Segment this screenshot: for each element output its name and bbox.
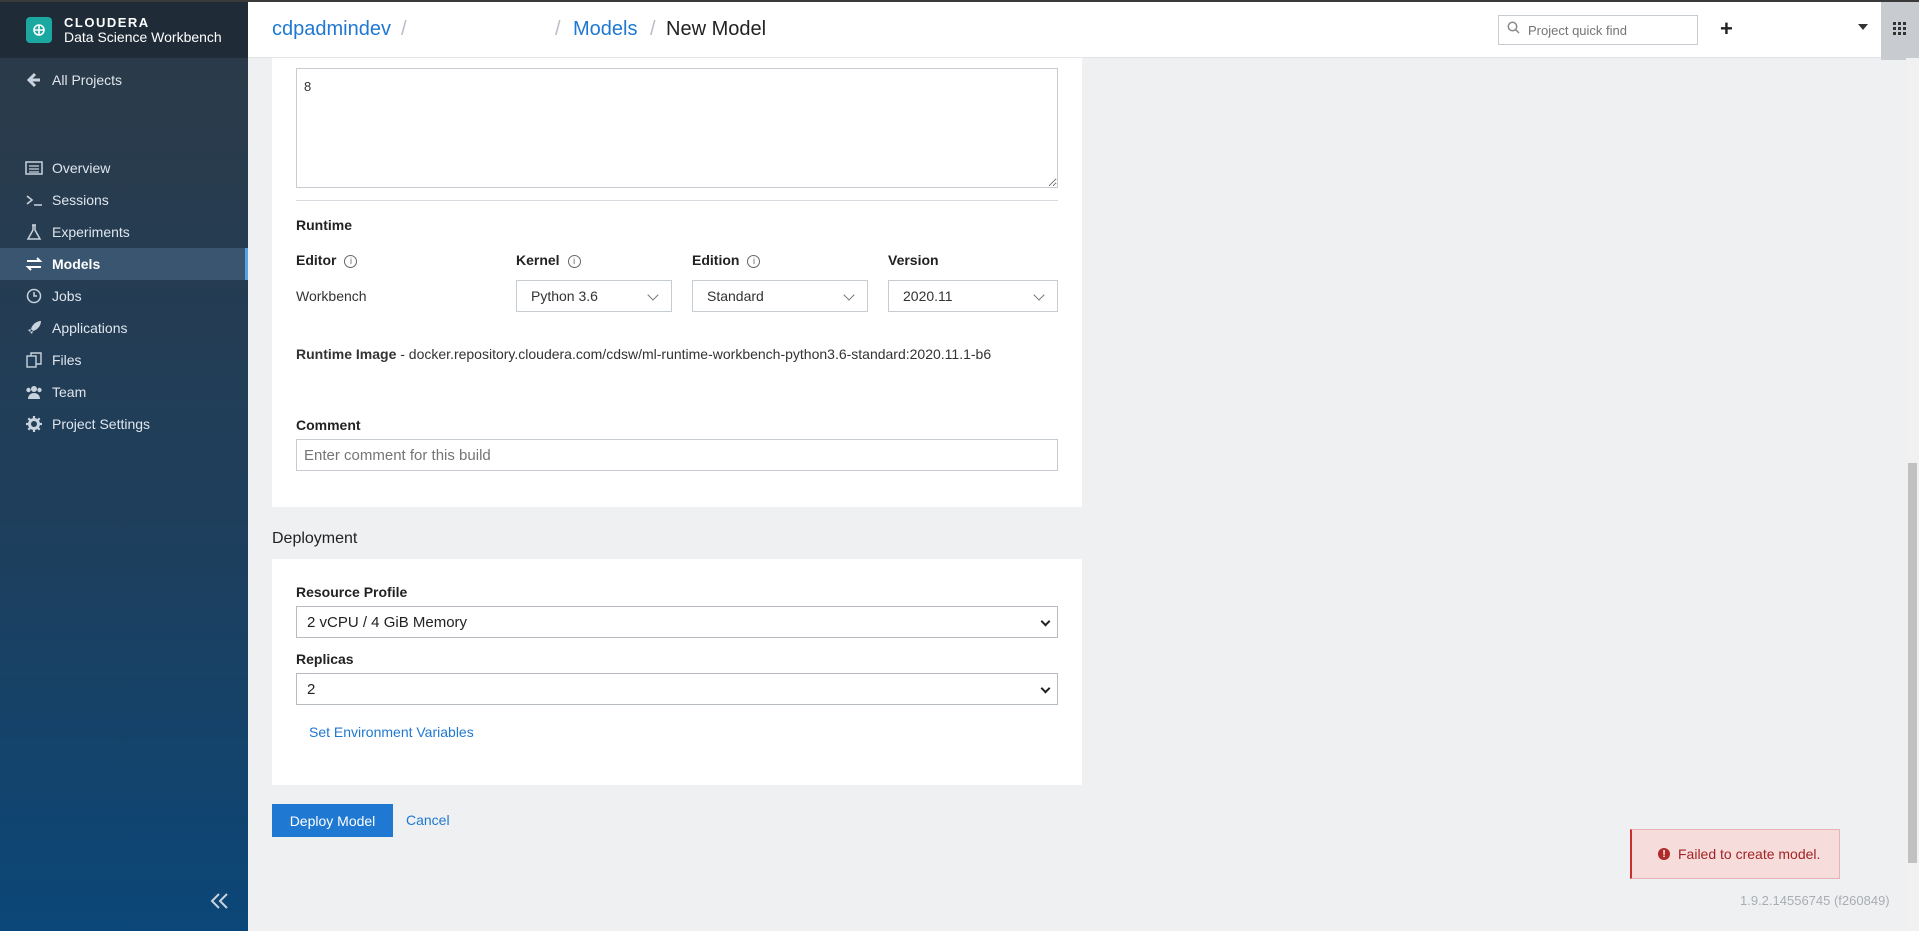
comment-input[interactable] xyxy=(296,439,1058,471)
set-environment-variables-link[interactable]: Set Environment Variables xyxy=(309,724,474,740)
gear-icon xyxy=(24,414,44,434)
breadcrumb-models-link[interactable]: Models xyxy=(573,18,637,41)
resource-profile-value: 2 vCPU / 4 GiB Memory xyxy=(307,613,468,631)
kernel-dropdown-value: Python 3.6 xyxy=(531,288,598,304)
version-label: Version xyxy=(888,252,939,268)
kernel-label: Kernel i xyxy=(516,252,581,268)
runtime-image: Runtime Image - docker.repository.cloude… xyxy=(296,346,991,362)
add-button[interactable]: + xyxy=(1720,16,1733,42)
arrows-icon xyxy=(24,254,44,274)
quick-find-input[interactable] xyxy=(1528,22,1688,38)
replicas-label: Replicas xyxy=(296,651,354,667)
example-output-textarea[interactable]: 8 xyxy=(296,68,1058,188)
page-title: New Model xyxy=(666,18,767,40)
list-icon xyxy=(24,158,44,178)
error-message: Failed to create model. xyxy=(1678,846,1821,862)
error-icon: ! xyxy=(1658,848,1670,860)
kernel-label-text: Kernel xyxy=(516,252,560,268)
sidebar-item-label: Project Settings xyxy=(52,416,151,432)
chevron-down-icon xyxy=(1033,289,1045,301)
runtime-heading: Runtime xyxy=(296,217,352,233)
runtime-image-value: - docker.repository.cloudera.com/cdsw/ml… xyxy=(396,346,992,362)
breadcrumb-separator: / xyxy=(650,18,656,40)
cloudera-logo-icon xyxy=(26,17,52,43)
top-header: cdpadmindev / / Models / New Model + xyxy=(248,0,1919,60)
info-icon[interactable]: i xyxy=(567,254,581,268)
sidebar-item-project-settings[interactable]: Project Settings xyxy=(0,408,248,440)
version-text: 1.9.2.14556745 (f260849) xyxy=(1740,893,1890,908)
edition-dropdown-value: Standard xyxy=(707,288,764,304)
user-menu-caret-icon[interactable] xyxy=(1858,24,1868,30)
brand-name: CLOUDERA xyxy=(64,15,150,30)
resource-profile-select[interactable]: 2 vCPU / 4 GiB Memory xyxy=(296,606,1058,638)
editor-label-text: Editor xyxy=(296,252,337,268)
runtime-image-label: Runtime Image xyxy=(296,346,397,362)
deploy-model-button[interactable]: Deploy Model xyxy=(272,804,393,837)
info-icon[interactable]: i xyxy=(344,254,358,268)
breadcrumb-separator: / xyxy=(401,18,407,40)
sidebar-item-label: Team xyxy=(52,384,87,400)
sidebar-item-team[interactable]: Team xyxy=(0,376,248,408)
comment-label: Comment xyxy=(296,417,361,433)
edition-dropdown[interactable]: Standard xyxy=(692,280,868,312)
chevron-down-icon xyxy=(843,289,855,301)
edition-label: Edition i xyxy=(692,252,761,268)
editor-label: Editor i xyxy=(296,252,358,268)
sidebar-item-models[interactable]: Models xyxy=(0,248,248,280)
info-icon[interactable]: i xyxy=(747,254,761,268)
scrollbar-thumb[interactable] xyxy=(1908,463,1917,863)
all-projects-label: All Projects xyxy=(52,72,123,88)
sidebar-item-label: Applications xyxy=(52,320,128,336)
sidebar-item-experiments[interactable]: Experiments xyxy=(0,216,248,248)
sidebar-item-label: Models xyxy=(52,256,101,272)
version-dropdown[interactable]: 2020.11 xyxy=(888,280,1058,312)
all-projects-link[interactable]: All Projects xyxy=(24,70,122,90)
sidebar-item-label: Overview xyxy=(52,160,111,176)
sidebar-item-sessions[interactable]: Sessions xyxy=(0,184,248,216)
breadcrumb-separator: / xyxy=(555,18,561,40)
chevron-down-icon xyxy=(647,289,659,301)
sidebar-item-label: Files xyxy=(52,352,82,368)
editor-value: Workbench xyxy=(296,288,367,304)
flask-icon xyxy=(24,222,44,242)
sidebar-item-overview[interactable]: Overview xyxy=(0,152,248,184)
sidebar: CLOUDERA Data Science Workbench All Proj… xyxy=(0,0,248,931)
page-scrollbar[interactable] xyxy=(1906,58,1919,931)
rocket-icon xyxy=(24,318,44,338)
resource-profile-label: Resource Profile xyxy=(296,584,408,600)
arrow-left-icon xyxy=(24,70,44,90)
error-toast: ! Failed to create model. xyxy=(1630,829,1840,879)
brand[interactable]: CLOUDERA Data Science Workbench xyxy=(0,0,248,58)
chevron-down-icon xyxy=(1040,616,1051,627)
deployment-heading: Deployment xyxy=(272,530,358,547)
team-icon xyxy=(24,382,44,402)
breadcrumb-project-link[interactable]: cdpadmindev xyxy=(272,18,391,41)
cancel-link[interactable]: Cancel xyxy=(406,812,450,828)
quick-find-box[interactable] xyxy=(1498,15,1698,45)
deployment-panel: Resource Profile 2 vCPU / 4 GiB Memory R… xyxy=(272,559,1082,785)
brand-subtitle: Data Science Workbench xyxy=(64,29,222,45)
edition-label-text: Edition xyxy=(692,252,740,268)
sidebar-item-label: Experiments xyxy=(52,224,130,240)
replicas-value: 2 xyxy=(307,680,316,698)
replicas-select[interactable]: 2 xyxy=(296,673,1058,705)
terminal-icon xyxy=(24,190,44,210)
app-grid-button[interactable] xyxy=(1881,2,1919,60)
build-panel: 8 Runtime Editor i Kernel i Edition i Versi… xyxy=(272,58,1082,507)
sidebar-nav: Overview Sessions Experiments Models Job… xyxy=(0,152,248,440)
sidebar-item-label: Sessions xyxy=(52,192,109,208)
clock-icon xyxy=(24,286,44,306)
collapse-sidebar-icon[interactable] xyxy=(210,886,230,917)
version-dropdown-value: 2020.11 xyxy=(903,288,953,304)
divider xyxy=(296,200,1058,201)
search-icon xyxy=(1507,21,1520,39)
files-icon xyxy=(24,350,44,370)
sidebar-item-jobs[interactable]: Jobs xyxy=(0,280,248,312)
kernel-dropdown[interactable]: Python 3.6 xyxy=(516,280,672,312)
sidebar-item-applications[interactable]: Applications xyxy=(0,312,248,344)
sidebar-item-files[interactable]: Files xyxy=(0,344,248,376)
grid-icon xyxy=(1893,21,1907,41)
sidebar-item-label: Jobs xyxy=(52,288,82,304)
chevron-down-icon xyxy=(1040,683,1051,694)
